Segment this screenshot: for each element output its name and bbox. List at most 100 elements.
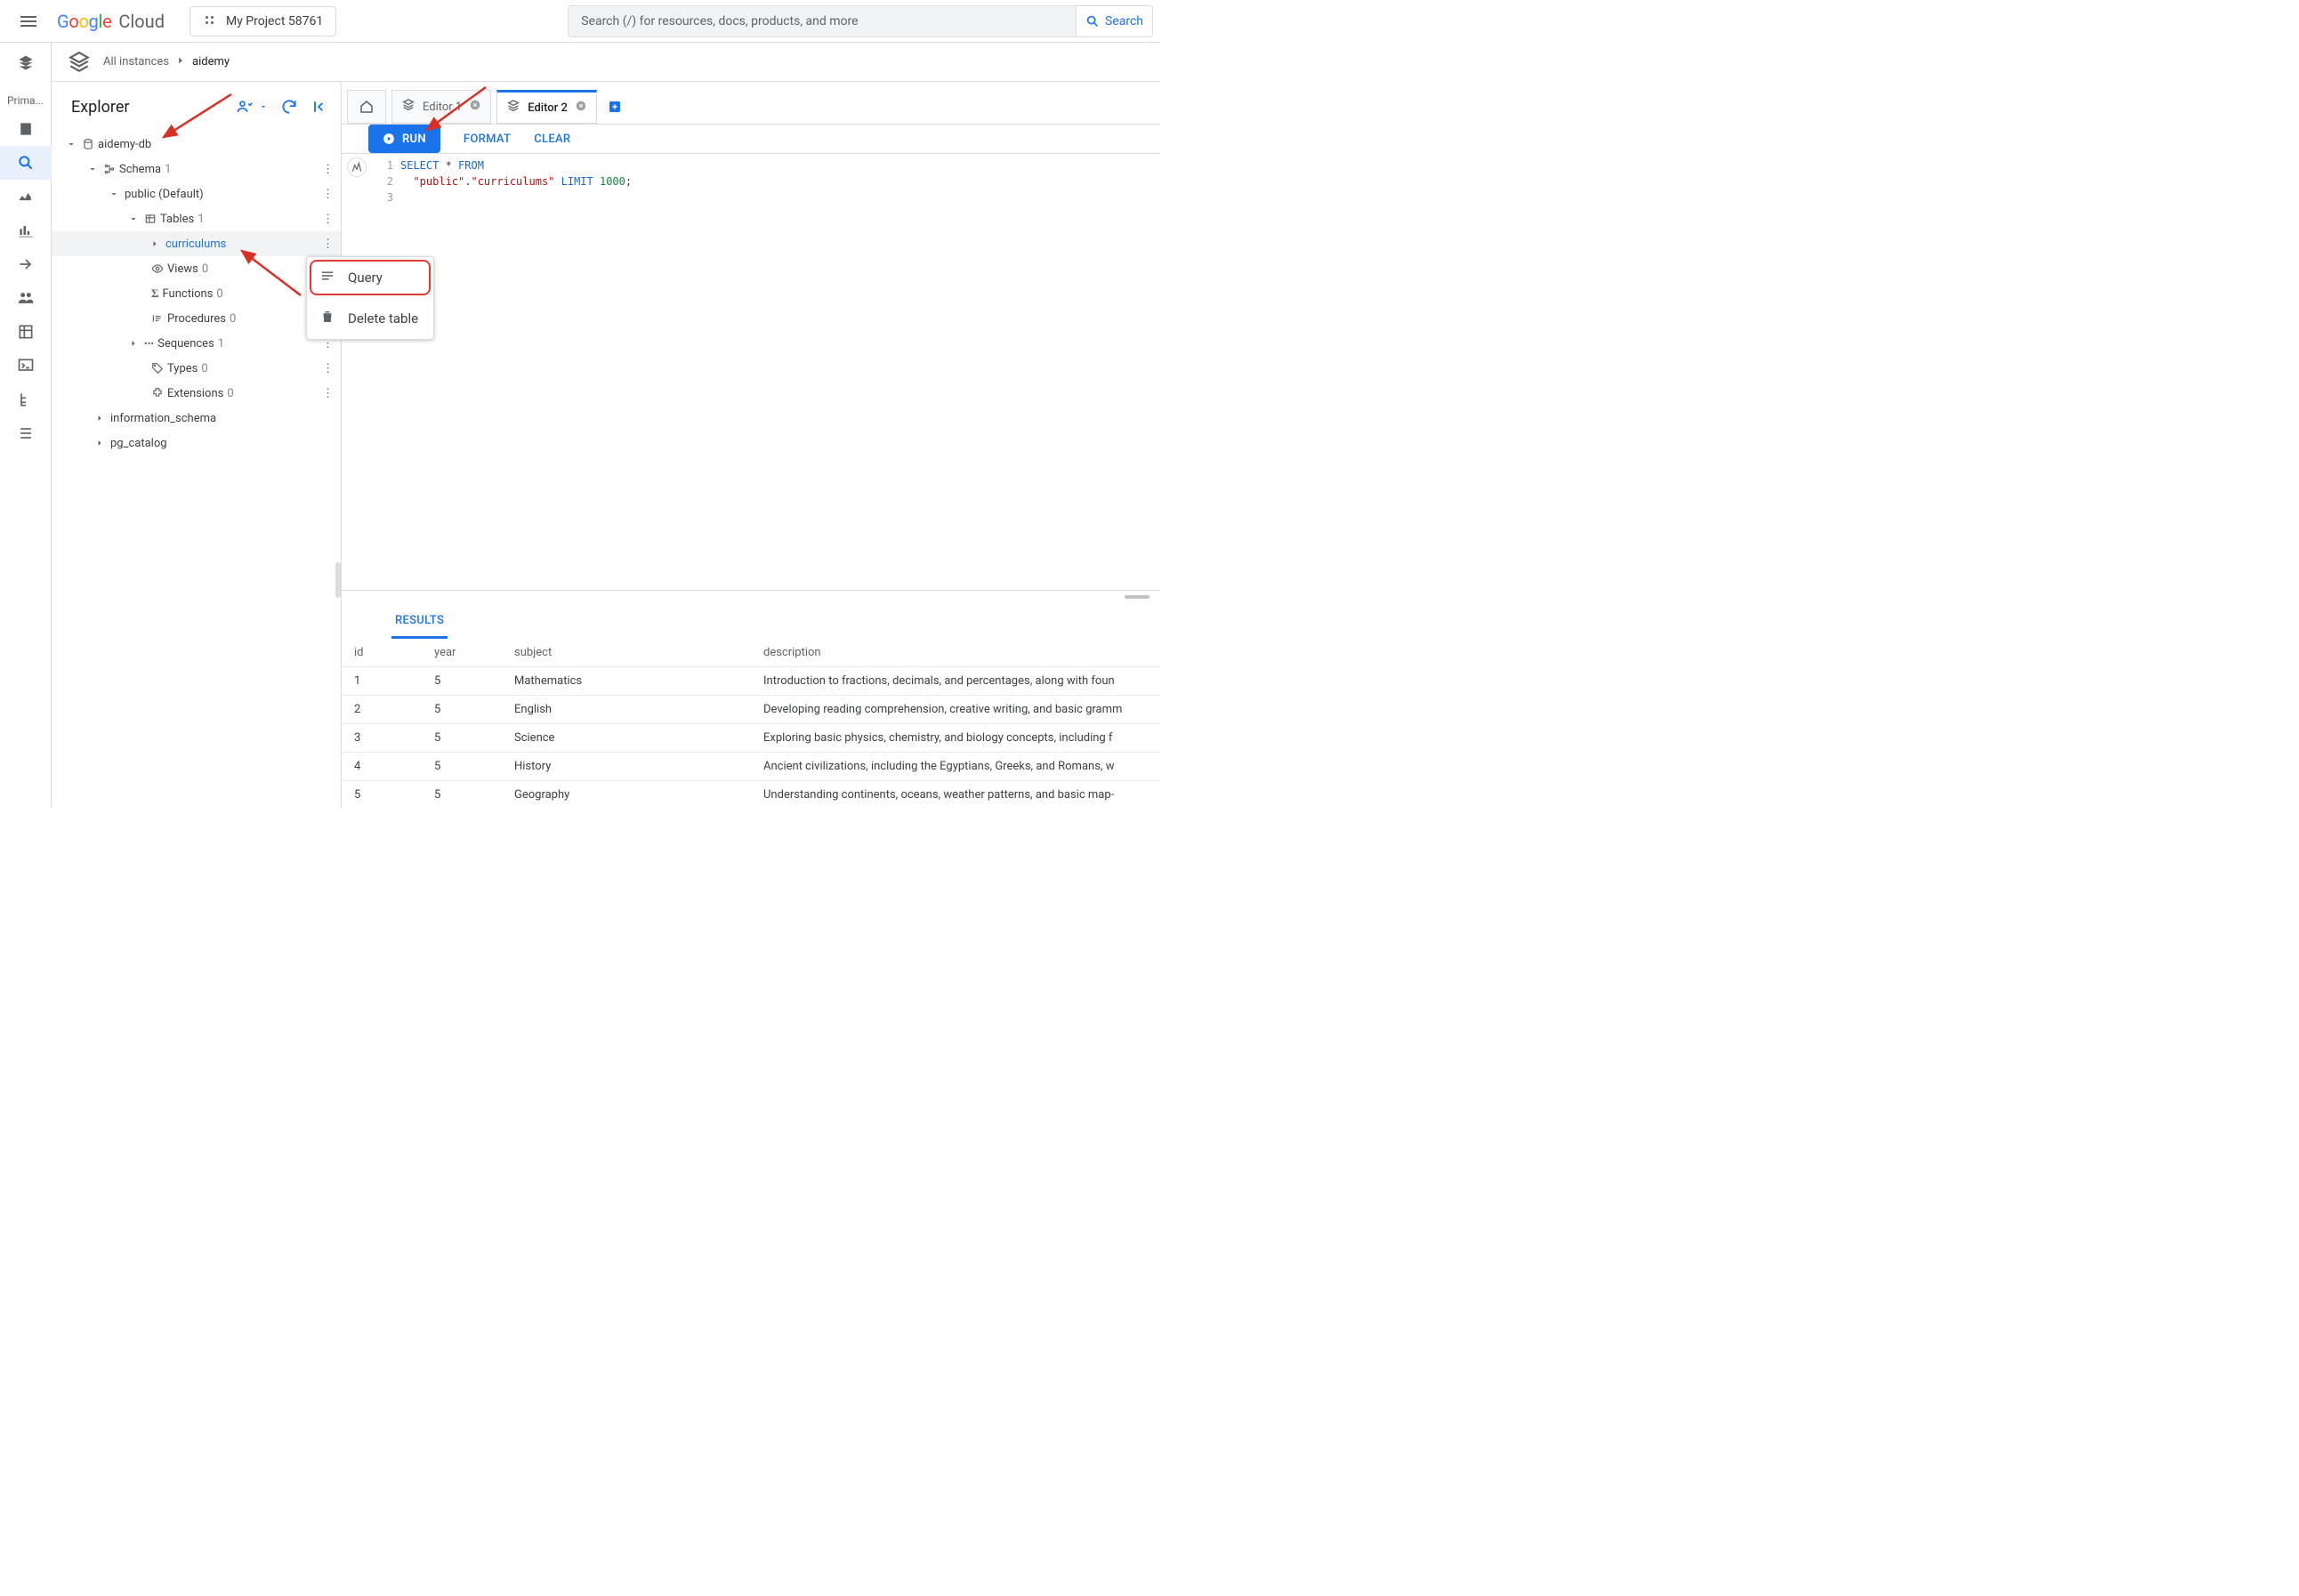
tree-functions-label[interactable]: Functions: [163, 287, 214, 301]
table-row[interactable]: 35ScienceExploring basic physics, chemis…: [342, 724, 1160, 753]
rail-item-monitoring[interactable]: [0, 180, 52, 214]
search-placeholder: Search (/) for resources, docs, products…: [581, 14, 858, 28]
tree-table-curriculums[interactable]: curriculums: [165, 238, 226, 251]
more-icon[interactable]: ⋮: [322, 163, 334, 176]
global-search-input[interactable]: Search (/) for resources, docs, products…: [568, 5, 1077, 37]
rail-item-users[interactable]: [0, 281, 52, 315]
lines-icon: [319, 268, 335, 287]
chevron-right-icon[interactable]: [148, 238, 162, 249]
table-row[interactable]: 15MathematicsIntroduction to fractions, …: [342, 667, 1160, 696]
table-context-menu: Query Delete table: [306, 256, 434, 340]
google-cloud-logo[interactable]: Google Cloud: [50, 11, 172, 32]
clear-button[interactable]: CLEAR: [534, 133, 570, 146]
run-button[interactable]: RUN: [368, 125, 440, 153]
chevron-right-icon[interactable]: [93, 438, 107, 448]
results-col-description: description: [751, 639, 1160, 667]
tree-tables-label[interactable]: Tables: [160, 213, 194, 226]
tab-editor-1[interactable]: Editor 1: [391, 90, 491, 124]
breadcrumb-current: aidemy: [192, 55, 230, 69]
tree-types-label[interactable]: Types: [167, 362, 198, 375]
ai-assist-icon[interactable]: [347, 157, 367, 177]
results-col-year: year: [422, 639, 502, 667]
rail-item-tables[interactable]: [0, 315, 52, 349]
sql-toolbar: RUN FORMAT CLEAR: [342, 125, 1160, 154]
procedure-icon: [151, 312, 164, 325]
chevron-right-icon: [174, 54, 187, 70]
dropdown-caret-icon[interactable]: [259, 102, 268, 111]
scrollbar-thumb[interactable]: [335, 562, 341, 598]
tree-schema-label[interactable]: Schema: [119, 163, 161, 176]
close-tab-icon[interactable]: [575, 100, 587, 116]
more-icon[interactable]: ⋮: [322, 238, 334, 251]
chevron-right-icon[interactable]: [126, 338, 141, 349]
add-principal-icon[interactable]: [236, 98, 254, 116]
results-col-id: id: [342, 639, 422, 667]
global-search-button[interactable]: Search: [1077, 5, 1153, 37]
results-col-subject: subject: [502, 639, 751, 667]
collapse-panel-icon[interactable]: [311, 98, 328, 116]
table-row[interactable]: 25EnglishDeveloping reading comprehensio…: [342, 696, 1160, 724]
results-table: idyearsubjectdescription 15MathematicsIn…: [342, 639, 1160, 809]
tree-information-schema[interactable]: information_schema: [110, 412, 216, 425]
rail-section-label: Prima...: [0, 84, 52, 112]
extension-icon: [151, 387, 164, 399]
tree-schema-public[interactable]: public (Default): [125, 188, 204, 201]
rail-item-migrate[interactable]: [0, 247, 52, 281]
tree-pg-catalog[interactable]: pg_catalog: [110, 437, 167, 450]
format-button[interactable]: FORMAT: [464, 133, 511, 146]
layers-icon: [506, 99, 520, 117]
sql-code[interactable]: SELECT * FROM "public"."curriculums" LIM…: [393, 154, 639, 590]
close-tab-icon[interactable]: [469, 99, 481, 115]
tab-home[interactable]: [347, 90, 386, 124]
tree-database-name[interactable]: aidemy-db: [98, 138, 151, 151]
rail-item-list[interactable]: [0, 416, 52, 450]
context-menu-query[interactable]: Query: [307, 257, 433, 298]
more-icon[interactable]: ⋮: [322, 188, 334, 201]
tag-icon: [151, 362, 164, 375]
rail-item-query[interactable]: [0, 146, 52, 180]
trash-icon: [319, 309, 335, 328]
sigma-icon: Σ: [151, 286, 159, 301]
results-panel: RESULTS idyearsubjectdescription 15Mathe…: [342, 590, 1160, 809]
chevron-down-icon[interactable]: [85, 164, 100, 174]
rail-item-hierarchy[interactable]: [0, 383, 52, 416]
refresh-icon[interactable]: [280, 98, 298, 116]
service-icon[interactable]: [0, 43, 52, 84]
chevron-down-icon[interactable]: [64, 139, 78, 149]
rail-item-overview[interactable]: [0, 112, 52, 146]
layers-icon: [401, 98, 415, 116]
sequence-icon: •••: [144, 338, 154, 350]
left-nav-rail: Prima...: [0, 43, 52, 808]
table-icon: [144, 213, 157, 225]
eye-icon: [151, 262, 164, 275]
table-row[interactable]: 55GeographyUnderstanding continents, oce…: [342, 781, 1160, 810]
rail-item-terminal[interactable]: [0, 349, 52, 383]
add-tab-button[interactable]: [602, 90, 627, 124]
tree-extensions-label[interactable]: Extensions: [167, 387, 223, 400]
project-name: My Project 58761: [226, 14, 323, 28]
more-icon[interactable]: ⋮: [322, 387, 334, 400]
project-selector[interactable]: My Project 58761: [190, 6, 336, 36]
database-icon: [82, 138, 94, 150]
context-menu-delete-table[interactable]: Delete table: [307, 298, 433, 339]
layers-icon: [64, 47, 94, 77]
more-icon[interactable]: ⋮: [322, 213, 334, 226]
tree-procedures-label[interactable]: Procedures: [167, 312, 226, 326]
line-gutter: 123: [365, 154, 393, 590]
panel-drag-handle[interactable]: [342, 591, 1160, 603]
chevron-down-icon[interactable]: [126, 214, 141, 224]
tree-views-label[interactable]: Views: [167, 262, 198, 276]
table-row[interactable]: 45HistoryAncient civilizations, includin…: [342, 753, 1160, 781]
tree-sequences-label[interactable]: Sequences: [157, 337, 214, 351]
chevron-right-icon[interactable]: [93, 413, 107, 423]
tab-editor-2[interactable]: Editor 2: [496, 90, 597, 124]
breadcrumb-root[interactable]: All instances: [103, 55, 169, 69]
sql-editor[interactable]: 123 SELECT * FROM "public"."curriculums"…: [342, 154, 1160, 590]
hamburger-menu-icon[interactable]: [18, 11, 39, 32]
schema-icon: [103, 163, 116, 175]
results-tab[interactable]: RESULTS: [391, 607, 448, 639]
chevron-down-icon[interactable]: [107, 189, 121, 199]
rail-item-insights[interactable]: [0, 214, 52, 247]
more-icon[interactable]: ⋮: [322, 362, 334, 375]
breadcrumb: All instances aidemy: [52, 43, 1160, 82]
